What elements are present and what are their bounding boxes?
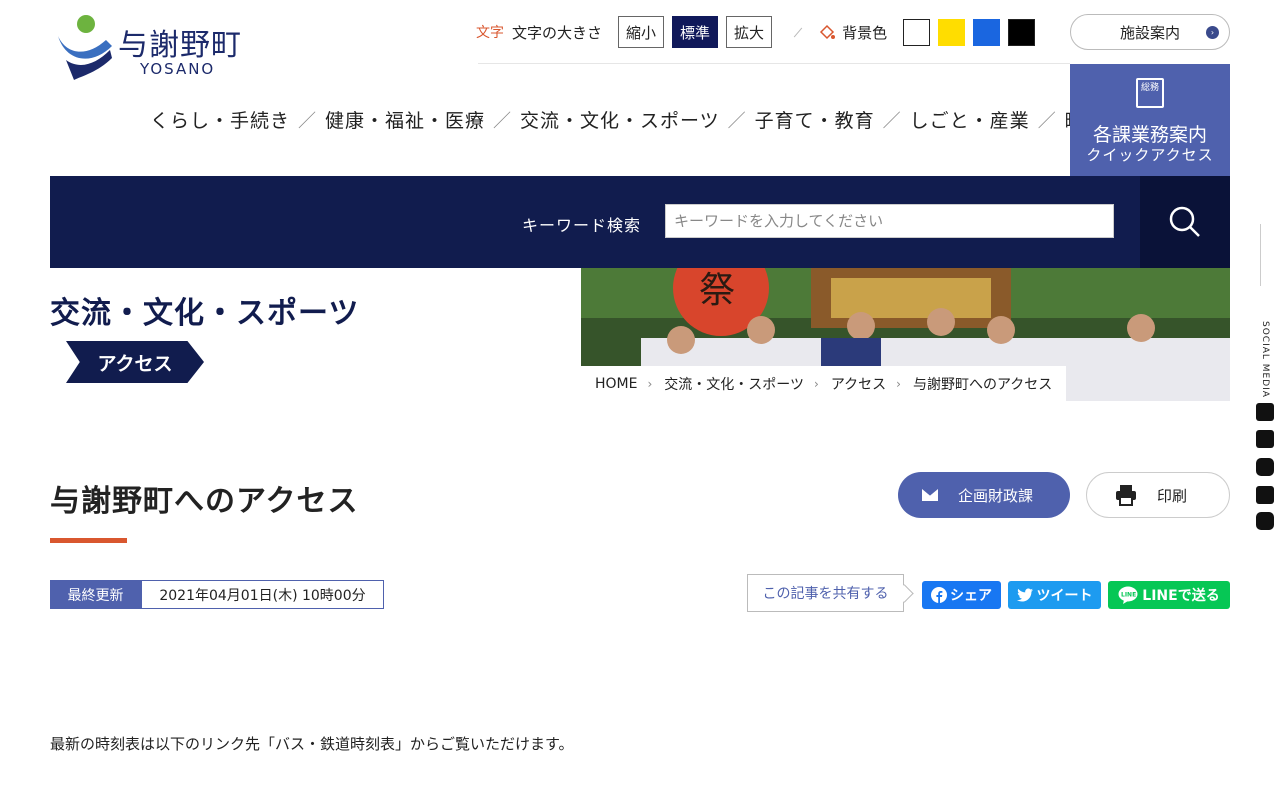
print-label: 印刷: [1157, 486, 1188, 505]
logo-mark-icon: [58, 15, 112, 80]
font-size-standard-button[interactable]: 標準: [672, 16, 719, 48]
social-media-label: SOCIAL MEDIA: [1260, 321, 1270, 398]
bg-yellow-swatch[interactable]: [938, 18, 966, 46]
nav-separator: ／: [882, 110, 902, 132]
bg-black-swatch[interactable]: [1008, 18, 1036, 46]
mail-icon: [922, 489, 938, 501]
facility-guide-label: 施設案内: [1119, 23, 1180, 42]
breadcrumb: HOME › 交流・文化・スポーツ › アクセス › 与謝野町へのアクセス: [581, 366, 1067, 402]
search-input[interactable]: [665, 204, 1114, 238]
svg-text:LINE: LINE: [1121, 592, 1136, 599]
nav-item-health[interactable]: 健康・福祉・医療: [325, 106, 485, 133]
twitter-icon[interactable]: [1256, 403, 1274, 421]
logo-text: 与謝野町: [118, 28, 242, 63]
facebook-icon[interactable]: [1256, 430, 1274, 448]
last-updated-label: 最終更新: [50, 580, 141, 609]
department-label: 企画財政課: [958, 486, 1034, 505]
twitter-icon: [1016, 588, 1033, 602]
instagram-icon[interactable]: [1256, 458, 1274, 476]
nav-separator: ／: [493, 110, 513, 132]
quick-access-title: 各課業務案内: [1092, 124, 1207, 146]
facebook-icon: [931, 587, 947, 603]
facebook-share-button[interactable]: シェア: [922, 581, 1001, 609]
breadcrumb-current: 与謝野町へのアクセス: [912, 377, 1053, 393]
background-color-label: 背景色: [842, 23, 888, 42]
logo-subtext: YOSANO: [140, 60, 216, 78]
nav-item-culture[interactable]: 交流・文化・スポーツ: [520, 106, 720, 133]
twitter-share-label: ツイート: [1036, 588, 1093, 604]
section-title: 交流・文化・スポーツ: [50, 296, 360, 331]
nav-separator: ／: [727, 110, 747, 132]
search-button[interactable]: [1140, 176, 1230, 268]
facebook-share-label: シェア: [950, 588, 992, 604]
breadcrumb-home[interactable]: HOME: [595, 376, 637, 392]
last-updated-value: 2021年04月01日(木) 10時00分: [141, 580, 384, 609]
quick-access-subtitle: クイックアクセス: [1086, 146, 1214, 164]
search-bar: キーワード検索: [50, 176, 1230, 268]
utility-divider-line: [478, 63, 1070, 64]
side-divider: [1260, 224, 1261, 286]
chevron-right-icon: ›: [647, 377, 653, 391]
line-share-button[interactable]: LINE LINEで送る: [1108, 581, 1230, 609]
breadcrumb-access[interactable]: アクセス: [831, 374, 886, 394]
department-contact-button[interactable]: 企画財政課: [898, 472, 1070, 518]
page-title: 与謝野町へのアクセス: [50, 484, 359, 519]
font-size-label: 文字の大きさ: [512, 23, 603, 42]
utility-bar: 文字 文字の大きさ 縮小 標準 拡大 背景色: [476, 14, 1043, 50]
facility-guide-button[interactable]: 施設案内 ›: [1070, 14, 1230, 50]
twitter-share-button[interactable]: ツイート: [1008, 581, 1101, 609]
nav-item-living[interactable]: くらし・手続き: [150, 106, 290, 133]
breadcrumb-culture[interactable]: 交流・文化・スポーツ: [664, 374, 804, 394]
search-icon: [1169, 206, 1200, 237]
document-icon: 総務: [1136, 78, 1164, 108]
font-size-icon: 文字: [476, 25, 504, 41]
line-share-label: LINEで送る: [1142, 588, 1220, 604]
youtube-icon[interactable]: [1256, 486, 1274, 504]
nav-separator: ／: [298, 110, 318, 132]
body-text: 最新の時刻表は以下のリンク先「バス・鉄道時刻表」からご覧いただけます。: [50, 735, 574, 753]
global-nav: くらし・手続き ／ 健康・福祉・医療 ／ 交流・文化・スポーツ ／ 子育て・教育…: [150, 106, 1105, 133]
chevron-right-icon: ›: [896, 377, 901, 391]
svg-text:祭: 祭: [699, 270, 735, 311]
nav-separator: ／: [1037, 110, 1057, 132]
font-size-large-button[interactable]: 拡大: [726, 16, 773, 48]
search-label: キーワード検索: [522, 216, 642, 235]
title-underline: [50, 538, 127, 543]
bg-white-swatch[interactable]: [903, 18, 931, 46]
line-icon[interactable]: [1256, 512, 1274, 530]
print-button[interactable]: 印刷: [1086, 472, 1230, 518]
printer-icon: [1116, 485, 1136, 506]
share-label: この記事を共有する: [747, 574, 904, 612]
chevron-right-icon: ›: [1206, 26, 1219, 39]
site-logo[interactable]: 与謝野町 YOSANO: [56, 14, 256, 84]
chevron-right-icon: ›: [814, 377, 819, 391]
utility-divider: [793, 27, 803, 37]
section-tag: アクセス: [66, 341, 204, 383]
nav-item-education[interactable]: 子育て・教育: [755, 106, 875, 133]
quick-access-button[interactable]: 総務 各課業務案内 クイックアクセス: [1070, 64, 1230, 176]
line-icon: LINE: [1118, 586, 1138, 604]
nav-item-industry[interactable]: しごと・産業: [910, 106, 1030, 133]
paint-bucket-icon: [820, 24, 836, 40]
font-size-small-button[interactable]: 縮小: [618, 16, 665, 48]
bg-blue-swatch[interactable]: [973, 18, 1001, 46]
